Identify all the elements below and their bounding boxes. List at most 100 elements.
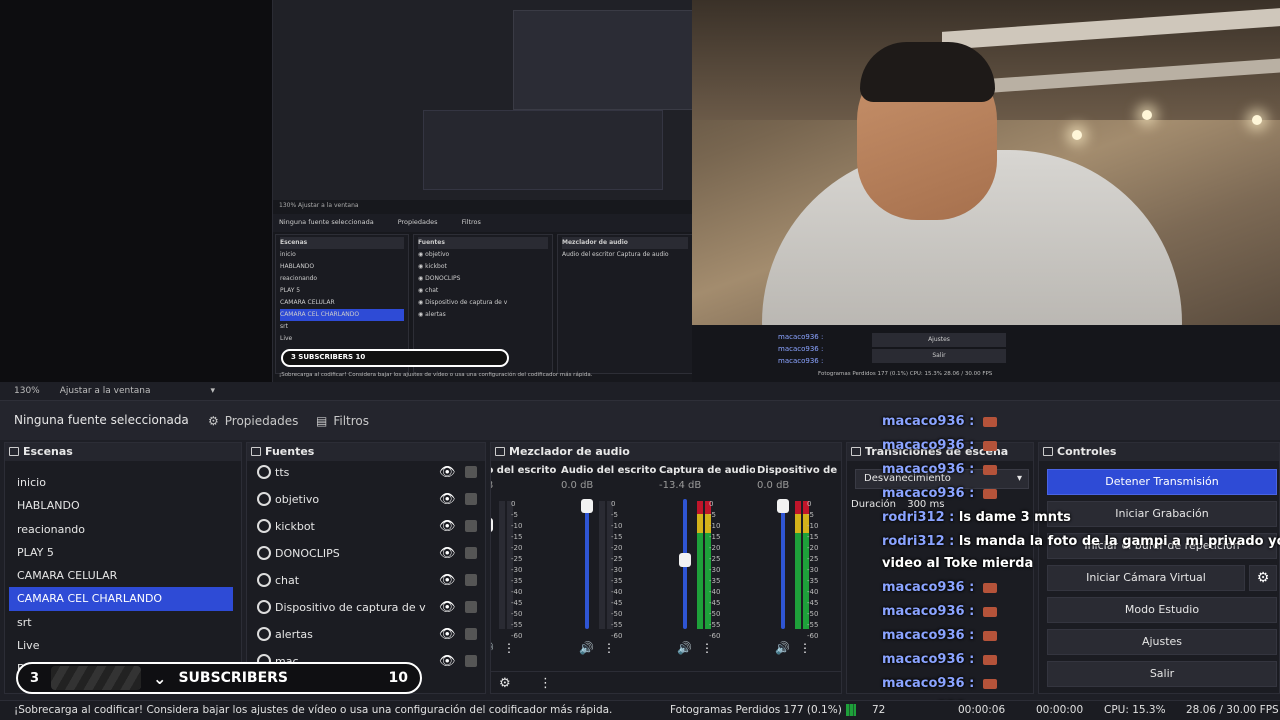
nested-source-item: ◉ alertas xyxy=(418,311,446,318)
fps-readout: 28.06 / 30.00 FPS xyxy=(1186,704,1279,716)
nested-none-selected: Ninguna fuente seleccionada xyxy=(279,218,374,226)
nested-scene-item: srt xyxy=(280,323,288,330)
lock-icon[interactable] xyxy=(465,628,477,640)
lock-icon[interactable] xyxy=(465,547,477,559)
db-scale-tick: -50 xyxy=(611,610,623,618)
db-scale-tick: -5 xyxy=(807,511,814,519)
db-scale-tick: -10 xyxy=(511,522,523,530)
volume-slider-handle[interactable] xyxy=(679,553,691,567)
volume-slider-handle[interactable] xyxy=(491,518,493,533)
scene-item[interactable]: CAMARA CELULAR xyxy=(5,564,241,587)
more-icon[interactable]: ⋮ xyxy=(539,676,552,691)
lock-icon[interactable] xyxy=(465,493,477,505)
volume-slider-track[interactable] xyxy=(585,499,589,629)
eye-icon[interactable]: 👁 xyxy=(439,546,456,561)
chat-message: video al Toke mierda xyxy=(882,552,1033,576)
db-scale-tick: -25 xyxy=(511,555,523,563)
db-scale-tick: -50 xyxy=(511,610,523,618)
source-name: alertas xyxy=(275,627,313,641)
mixer-title: Mezclador de audio xyxy=(509,445,630,458)
nested-source-item: ◉ kickbot xyxy=(418,263,447,270)
db-scale-tick: -5 xyxy=(611,511,618,519)
eye-icon[interactable]: 👁 xyxy=(439,600,456,615)
properties-button[interactable]: ⚙ Propiedades xyxy=(198,409,308,433)
eye-icon[interactable]: 👁 xyxy=(439,573,456,588)
volume-slider-handle[interactable] xyxy=(581,499,593,513)
scene-item[interactable]: PLAY 5 xyxy=(5,541,241,564)
db-scale-tick: -30 xyxy=(709,566,721,574)
source-type-icon xyxy=(257,627,271,641)
nested-zoom-label: 130% Ajustar a la ventana xyxy=(279,202,359,209)
speaker-icon[interactable]: 🔊 xyxy=(677,641,692,655)
emote-icon xyxy=(982,654,997,665)
nested-scene-item: reacionando xyxy=(280,275,318,282)
source-item[interactable]: objetivo 👁 xyxy=(247,482,485,509)
volume-slider-handle[interactable] xyxy=(777,499,789,513)
fit-to-window-select[interactable]: Ajustar a la ventana xyxy=(60,386,151,396)
scene-item[interactable]: Live xyxy=(5,634,241,657)
filters-label: Filtros xyxy=(333,414,370,428)
dock-icon xyxy=(495,447,505,456)
db-scale-tick: -40 xyxy=(807,588,819,596)
source-item[interactable]: DONOCLIPS 👁 xyxy=(247,536,485,563)
more-icon[interactable]: ⋮ xyxy=(701,641,713,655)
stream-time: 00:00:00 xyxy=(1036,704,1084,716)
scene-item[interactable]: reacionando xyxy=(5,518,241,541)
more-icon[interactable]: ⋮ xyxy=(799,641,811,655)
source-item[interactable]: Dispositivo de captura de v 👁 xyxy=(247,590,485,617)
db-scale-tick: -45 xyxy=(807,599,819,607)
source-item[interactable]: kickbot 👁 xyxy=(247,509,485,536)
lock-icon[interactable] xyxy=(465,520,477,532)
source-type-icon xyxy=(257,492,271,506)
db-scale-tick: 0 xyxy=(511,500,516,508)
channel-name: Captura de audio xyxy=(659,465,755,476)
db-scale-tick: -20 xyxy=(709,544,721,552)
eye-icon[interactable]: 👁 xyxy=(439,465,456,480)
speaker-icon[interactable]: 🔊 xyxy=(491,641,494,655)
more-icon[interactable]: ⋮ xyxy=(503,641,515,655)
chevron-down-icon[interactable]: ▾ xyxy=(210,386,215,396)
db-scale-tick: -25 xyxy=(807,555,819,563)
eye-icon[interactable]: 👁 xyxy=(439,492,456,507)
chat-username: macaco936 : xyxy=(882,438,979,453)
gear-icon[interactable]: ⚙ xyxy=(499,676,511,691)
lock-icon[interactable] xyxy=(465,655,477,667)
lock-icon[interactable] xyxy=(465,574,477,586)
nested-subs-bar: 3 SUBSCRIBERS 10 xyxy=(281,349,509,367)
status-bar: ¡Sobrecarga al codificar! Considera baja… xyxy=(0,700,1280,720)
scene-item[interactable]: HABLANDO xyxy=(5,494,241,517)
nested-filters: Filtros xyxy=(461,218,481,226)
chat-username: macaco936 : xyxy=(882,414,979,429)
dock-icon xyxy=(851,447,861,456)
chevron-down-icon: ⌄ xyxy=(153,668,167,688)
filters-button[interactable]: ▤ Filtros xyxy=(306,409,379,433)
chat-text: video al Toke mierda xyxy=(882,556,1034,571)
nested-source-item: ◉ chat xyxy=(418,287,439,294)
channel-name: Audio del escritor xyxy=(491,465,557,476)
speaker-icon[interactable]: 🔊 xyxy=(579,641,594,655)
sources-header: Fuentes xyxy=(247,443,485,461)
eye-icon[interactable]: 👁 xyxy=(439,519,456,534)
lock-icon[interactable] xyxy=(465,466,477,478)
emote-icon xyxy=(982,416,997,427)
eye-icon[interactable]: 👁 xyxy=(439,654,456,669)
level-meter xyxy=(499,501,505,629)
emote-icon xyxy=(982,440,997,451)
bitrate: 72 xyxy=(872,704,886,716)
db-scale-tick: -45 xyxy=(709,599,721,607)
source-item[interactable]: chat 👁 xyxy=(247,563,485,590)
scene-item[interactable]: inicio xyxy=(5,471,241,494)
volume-slider-track[interactable] xyxy=(781,499,785,629)
scene-item[interactable]: srt xyxy=(5,611,241,634)
eye-icon[interactable]: 👁 xyxy=(439,627,456,642)
nested-chat-line: macaco936 : xyxy=(778,333,824,341)
preview-canvas[interactable]: 130% Ajustar a la ventana Ninguna fuente… xyxy=(0,0,1280,382)
speaker-icon[interactable]: 🔊 xyxy=(775,641,790,655)
source-item[interactable]: alertas 👁 xyxy=(247,617,485,644)
scene-item[interactable]: CAMARA CEL CHARLANDO xyxy=(9,587,233,611)
more-icon[interactable]: ⋮ xyxy=(603,641,615,655)
lock-icon[interactable] xyxy=(465,601,477,613)
nested-properties: Propiedades xyxy=(397,218,438,226)
nested-scene-item: CAMARA CEL CHARLANDO xyxy=(280,309,404,321)
emote-icon xyxy=(982,678,997,689)
